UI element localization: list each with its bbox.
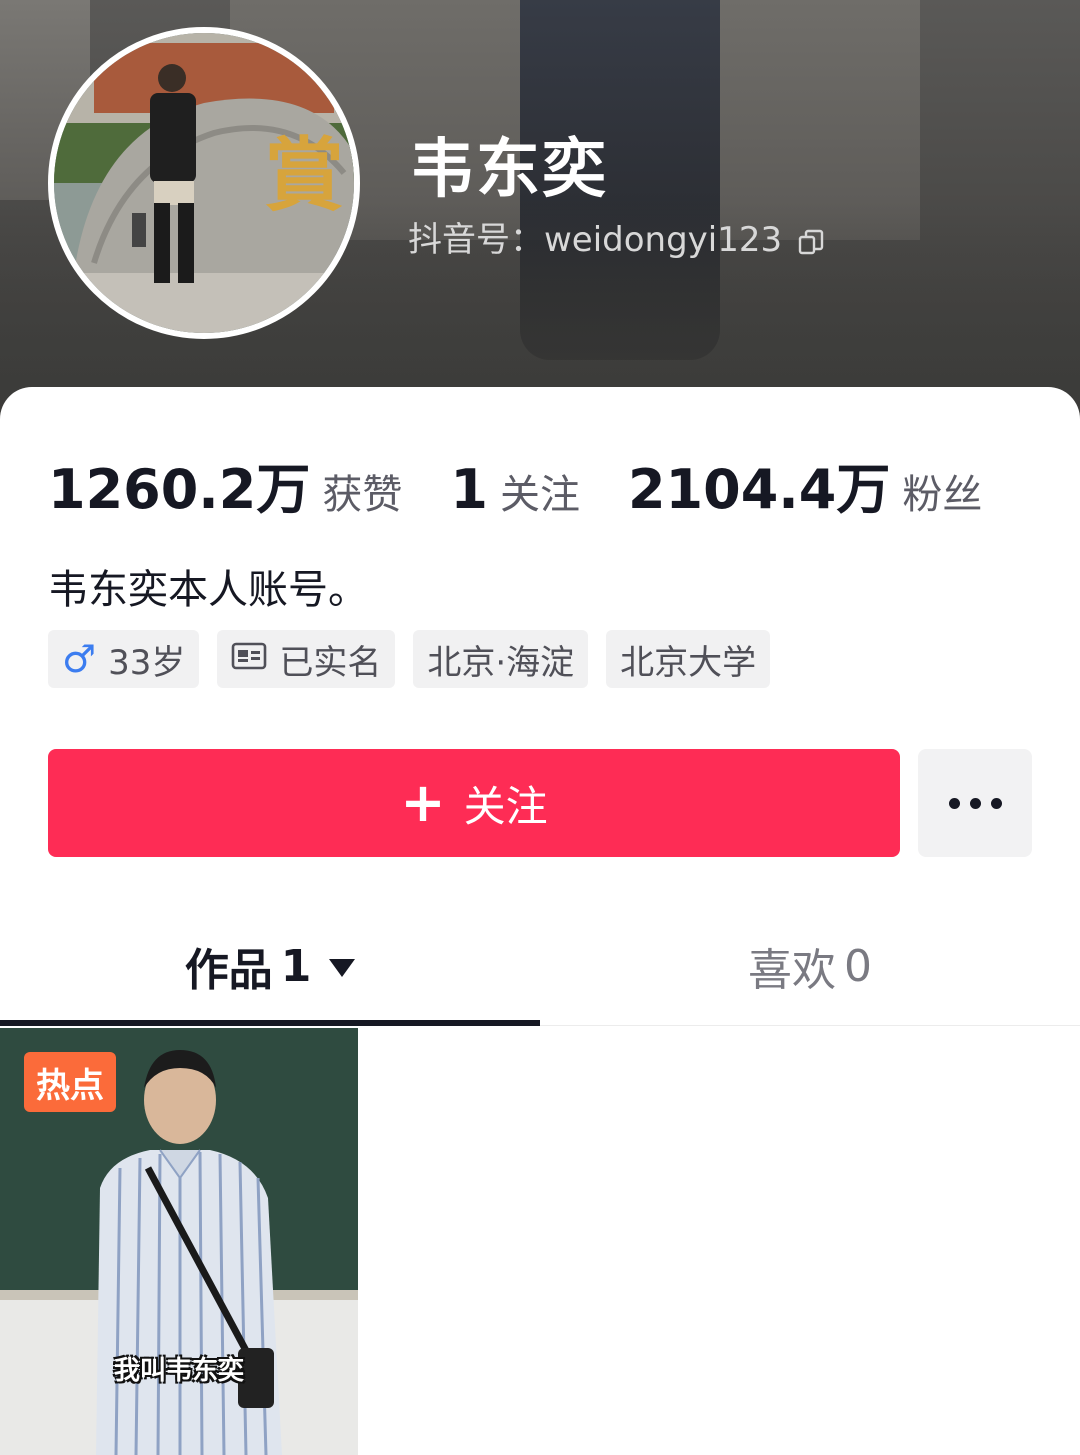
- id-card-icon: [231, 639, 267, 679]
- tab-active-underline: [0, 1020, 540, 1026]
- stat-likes[interactable]: 1260.2万 获赞: [48, 445, 402, 524]
- profile-bio: 韦东奕本人账号。: [48, 567, 368, 613]
- douyin-id-text: 抖音号：weidongyi123: [408, 220, 783, 260]
- content-tabs: 作品 1 喜欢 0: [0, 907, 1080, 1026]
- plus-icon: +: [400, 771, 446, 834]
- profile-card: 1260.2万 获赞 1 关注 2104.4万 粉丝 韦东奕本人账号。 ♂ 33…: [0, 387, 1080, 1455]
- following-label: 关注: [499, 472, 580, 518]
- tag-gender-age: ♂ 33岁: [48, 630, 200, 688]
- tag-location[interactable]: 北京·海淀: [413, 630, 589, 688]
- tab-likes-label: 喜欢: [748, 945, 836, 996]
- stat-followers[interactable]: 2104.4万 粉丝: [628, 445, 982, 524]
- avatar[interactable]: 賞: [48, 27, 360, 339]
- likes-count: 1260.2万: [48, 458, 311, 521]
- followers-label: 粉丝: [902, 472, 983, 518]
- tab-works-label: 作品: [184, 945, 273, 996]
- tag-school-text: 北京大学: [620, 642, 757, 683]
- male-icon: ♂: [62, 637, 97, 681]
- followers-count: 2104.4万: [627, 458, 891, 521]
- avatar-photo: 賞: [54, 33, 354, 333]
- hot-badge: 热点: [24, 1052, 116, 1112]
- video-thumbnail[interactable]: 热点 我叫韦东奕: [0, 1028, 358, 1455]
- tab-works-count: 1: [280, 940, 312, 992]
- profile-page: 賞 韦东奕 抖音号：weidongyi123 1260.2万 获赞 1 关注 2…: [0, 0, 1080, 1455]
- more-button[interactable]: [918, 749, 1032, 857]
- dropdown-triangle-icon[interactable]: [329, 959, 356, 977]
- more-dots-icon: [948, 797, 1002, 809]
- tag-age-text: 33岁: [108, 642, 186, 683]
- tab-works[interactable]: 作品 1: [0, 907, 540, 1025]
- tag-verified-text: 已实名: [279, 642, 382, 683]
- svg-text:賞: 賞: [264, 128, 344, 222]
- profile-cover: 賞 韦东奕 抖音号：weidongyi123: [0, 0, 1080, 420]
- copy-icon[interactable]: [798, 224, 824, 254]
- tag-verified[interactable]: 已实名: [217, 630, 396, 688]
- following-count: 1: [450, 458, 488, 521]
- profile-tags: ♂ 33岁 已实名 北京·海淀 北京大学: [48, 630, 771, 688]
- follow-button[interactable]: + 关注: [48, 749, 900, 857]
- stats-row: 1260.2万 获赞 1 关注 2104.4万 粉丝: [48, 445, 1030, 524]
- profile-name: 韦东奕: [410, 133, 608, 207]
- video-caption: 我叫韦东奕: [113, 1356, 244, 1386]
- tag-location-text: 北京·海淀: [427, 642, 575, 683]
- stat-following[interactable]: 1 关注: [450, 458, 580, 521]
- follow-button-label: 关注: [463, 781, 548, 831]
- douyin-id[interactable]: 抖音号：weidongyi123: [408, 212, 824, 261]
- tab-likes-count: 0: [844, 940, 872, 992]
- likes-label: 获赞: [322, 472, 403, 518]
- tab-likes[interactable]: 喜欢 0: [540, 907, 1080, 1025]
- tag-school[interactable]: 北京大学: [606, 630, 771, 688]
